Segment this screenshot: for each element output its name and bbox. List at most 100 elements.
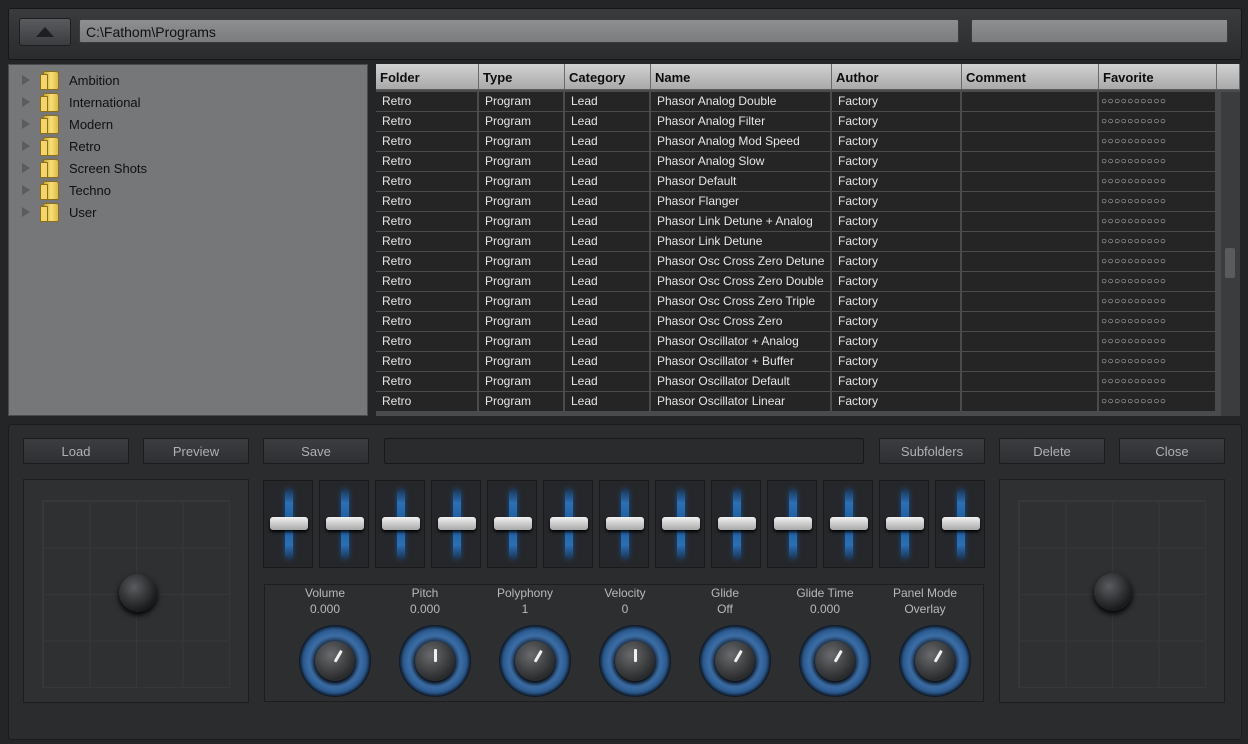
slider-handle[interactable] [774,517,812,530]
slider-1[interactable] [263,480,313,568]
table-row[interactable]: Retro Program Lead Phasor Analog Slow Factor… [376,152,1221,172]
knob-cap[interactable] [315,641,355,681]
table-row[interactable]: Retro Program Lead Phasor Analog Filter Fact… [376,112,1221,132]
expand-arrow-icon[interactable] [22,75,30,85]
table-row[interactable]: Retro Program Lead Phasor Oscillator + Anal… [376,332,1221,352]
table-scrollbar[interactable] [1221,92,1240,416]
table-row[interactable]: Retro Program Lead Phasor Osc Cross Zero Fac… [376,312,1221,332]
knob-cap[interactable] [415,641,455,681]
favorite-rating[interactable]: ○○○○○○○○○○ [1099,272,1217,291]
favorite-rating[interactable]: ○○○○○○○○○○ [1099,92,1217,111]
favorite-rating[interactable]: ○○○○○○○○○○ [1099,252,1217,271]
table-row[interactable]: Retro Program Lead Phasor Osc Cross Zero Tr… [376,292,1221,312]
slider-11[interactable] [823,480,873,568]
delete-button[interactable]: Delete [999,438,1105,464]
tree-item-techno[interactable]: Techno [19,179,111,201]
slider-handle[interactable] [550,517,588,530]
tree-item-international[interactable]: International [19,91,141,113]
slider-handle[interactable] [718,517,756,530]
search-field[interactable] [971,19,1228,43]
slider-13[interactable] [935,480,985,568]
knob-cap[interactable] [915,641,955,681]
expand-arrow-icon[interactable] [22,207,30,217]
path-field[interactable]: C:\Fathom\Programs [79,19,959,43]
knob-cap[interactable] [615,641,655,681]
program-name-field[interactable] [384,438,864,464]
favorite-rating[interactable]: ○○○○○○○○○○ [1099,352,1217,371]
slider-9[interactable] [711,480,761,568]
slider-handle[interactable] [270,517,308,530]
table-row[interactable]: Retro Program Lead Phasor Analog Mod Speed F… [376,132,1221,152]
knob-cap[interactable] [815,641,855,681]
tree-item-retro[interactable]: Retro [19,135,101,157]
slider-3[interactable] [375,480,425,568]
table-row[interactable]: Retro Program Lead Phasor Link Detune + Ana… [376,212,1221,232]
favorite-rating[interactable]: ○○○○○○○○○○ [1099,112,1217,131]
slider-handle[interactable] [886,517,924,530]
favorite-rating[interactable]: ○○○○○○○○○○ [1099,172,1217,191]
load-button[interactable]: Load [23,438,129,464]
table-row[interactable]: Retro Program Lead Phasor Osc Cross Zero Do… [376,272,1221,292]
slider-6[interactable] [543,480,593,568]
scrollbar-thumb[interactable] [1225,248,1235,278]
favorite-rating[interactable]: ○○○○○○○○○○ [1099,192,1217,211]
slider-10[interactable] [767,480,817,568]
param-knob[interactable] [599,625,671,697]
param-knob[interactable] [699,625,771,697]
slider-handle[interactable] [382,517,420,530]
column-header-name[interactable]: Name [651,64,832,90]
favorite-rating[interactable]: ○○○○○○○○○○ [1099,232,1217,251]
table-row[interactable]: Retro Program Lead Phasor Default Factory ○○○… [376,172,1221,192]
column-header-comment[interactable]: Comment [962,64,1099,90]
table-row[interactable]: Retro Program Lead Phasor Oscillator Defaul… [376,372,1221,392]
save-button[interactable]: Save [263,438,369,464]
slider-handle[interactable] [494,517,532,530]
parent-folder-button[interactable] [19,18,71,46]
column-header-type[interactable]: Type [479,64,565,90]
favorite-rating[interactable]: ○○○○○○○○○○ [1099,152,1217,171]
xy-pad-right-handle[interactable] [1094,573,1132,611]
tree-item-user[interactable]: User [19,201,96,223]
column-header-folder[interactable]: Folder [376,64,479,90]
tree-item-screen-shots[interactable]: Screen Shots [19,157,147,179]
subfolders-button[interactable]: Subfolders [879,438,985,464]
xy-pad-left-handle[interactable] [119,574,157,612]
expand-arrow-icon[interactable] [22,185,30,195]
slider-4[interactable] [431,480,481,568]
tree-item-modern[interactable]: Modern [19,113,113,135]
param-knob[interactable] [799,625,871,697]
xy-pad-right[interactable] [999,479,1225,703]
xy-pad-left[interactable] [23,479,249,703]
favorite-rating[interactable]: ○○○○○○○○○○ [1099,292,1217,311]
table-row[interactable]: Retro Program Lead Phasor Flanger Factory ○○○… [376,192,1221,212]
tree-item-ambition[interactable]: Ambition [19,69,120,91]
favorite-rating[interactable]: ○○○○○○○○○○ [1099,392,1217,411]
param-knob[interactable] [499,625,571,697]
favorite-rating[interactable]: ○○○○○○○○○○ [1099,212,1217,231]
knob-cap[interactable] [515,641,555,681]
slider-7[interactable] [599,480,649,568]
expand-arrow-icon[interactable] [22,163,30,173]
slider-8[interactable] [655,480,705,568]
slider-handle[interactable] [942,517,980,530]
knob-cap[interactable] [715,641,755,681]
column-header-author[interactable]: Author [832,64,962,90]
expand-arrow-icon[interactable] [22,97,30,107]
slider-5[interactable] [487,480,537,568]
table-row[interactable]: Retro Program Lead Phasor Analog Double Fact… [376,92,1221,112]
favorite-rating[interactable]: ○○○○○○○○○○ [1099,372,1217,391]
slider-handle[interactable] [662,517,700,530]
slider-handle[interactable] [606,517,644,530]
param-knob[interactable] [299,625,371,697]
table-row[interactable]: Retro Program Lead Phasor Link Detune Factor… [376,232,1221,252]
expand-arrow-icon[interactable] [22,141,30,151]
slider-handle[interactable] [438,517,476,530]
preview-button[interactable]: Preview [143,438,249,464]
table-row[interactable]: Retro Program Lead Phasor Oscillator Linear… [376,392,1221,412]
slider-12[interactable] [879,480,929,568]
slider-2[interactable] [319,480,369,568]
slider-handle[interactable] [326,517,364,530]
favorite-rating[interactable]: ○○○○○○○○○○ [1099,312,1217,331]
param-knob[interactable] [899,625,971,697]
param-knob[interactable] [399,625,471,697]
